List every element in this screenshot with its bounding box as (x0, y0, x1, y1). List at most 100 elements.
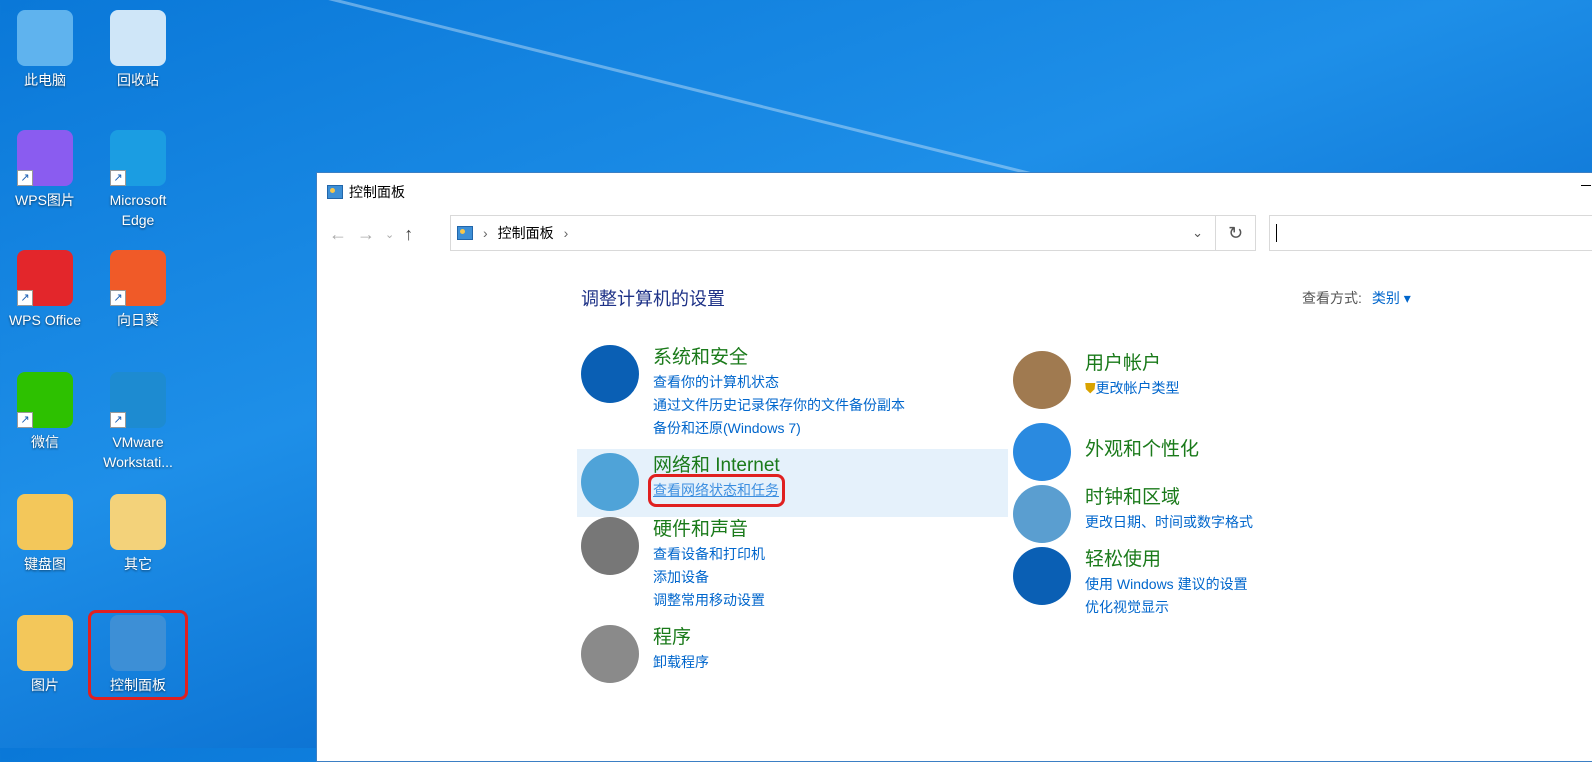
category-3: 程序 卸载程序 (581, 625, 709, 683)
desktop-icon[interactable]: ↗ 向日葵 (93, 250, 183, 330)
shortcut-arrow-icon: ↗ (17, 170, 33, 186)
breadcrumb-separator[interactable]: › (483, 225, 488, 241)
category-link[interactable]: 查看你的计算机状态 (653, 371, 905, 394)
category-icon (581, 625, 639, 683)
category-title[interactable]: 程序 (653, 625, 709, 651)
app-icon (110, 615, 166, 671)
category-5: 外观和个性化 (1013, 423, 1199, 481)
control-panel-icon (327, 185, 343, 199)
desktop-icon[interactable]: 此电脑 (0, 10, 90, 90)
desktop-icon-label: 向日葵 (117, 312, 159, 328)
category-link[interactable]: ⛊更改帐户类型 (1085, 377, 1180, 400)
desktop-icon-label: WPS图片 (15, 192, 75, 208)
desktop-icon[interactable]: 图片 (0, 615, 90, 695)
minimize-button[interactable] (1581, 185, 1591, 186)
desktop-icon[interactable]: 键盘图 (0, 494, 90, 574)
desktop-icon-label: 键盘图 (24, 556, 66, 572)
address-bar[interactable]: › 控制面板 › ⌄ (450, 215, 1216, 251)
view-by-dropdown[interactable]: 类别 ▾ (1372, 290, 1411, 306)
shortcut-arrow-icon: ↗ (17, 412, 33, 428)
category-icon (581, 453, 639, 511)
category-icon (581, 517, 639, 575)
category-title[interactable]: 系统和安全 (653, 345, 905, 371)
forward-button[interactable]: → (357, 224, 375, 245)
shortcut-arrow-icon: ↗ (110, 290, 126, 306)
app-icon: ↗ (17, 250, 73, 306)
category-link[interactable]: 卸载程序 (653, 651, 709, 674)
desktop-icon[interactable]: ↗ WPS Office (0, 250, 90, 330)
app-icon: ↗ (17, 130, 73, 186)
category-link[interactable]: 通过文件历史记录保存你的文件备份副本 (653, 394, 905, 417)
control-panel-icon (457, 226, 473, 240)
title-bar: 控制面板 (317, 173, 1592, 211)
desktop-icon-label: 回收站 (117, 72, 159, 88)
wallpaper-light-beam (179, 0, 1054, 181)
desktop-icon-label: 微信 (31, 434, 59, 450)
app-icon: ↗ (110, 372, 166, 428)
up-button[interactable]: ↑ (404, 224, 413, 245)
app-icon: ↗ (110, 130, 166, 186)
category-link[interactable]: 备份和还原(Windows 7) (653, 417, 905, 440)
control-panel-window: 控制面板 ← → ⌄ ↑ › 控制面板 › ⌄ ↻ 调整计算机的设置 查看方式:… (316, 172, 1592, 762)
desktop-icon[interactable]: 回收站 (93, 10, 183, 90)
desktop-icon[interactable]: ↗ 微信 (0, 372, 90, 452)
category-title[interactable]: 硬件和声音 (653, 517, 765, 543)
desktop-icon[interactable]: ↗ Microsoft Edge (93, 130, 183, 230)
desktop-icon-label: 图片 (31, 677, 59, 693)
category-link[interactable]: 使用 Windows 建议的设置 (1085, 573, 1248, 596)
shortcut-arrow-icon: ↗ (17, 290, 33, 306)
desktop-icon-label: 其它 (124, 556, 152, 572)
desktop-icon-label: VMware Workstati... (103, 434, 173, 470)
app-icon (17, 615, 73, 671)
category-icon (581, 345, 639, 403)
breadcrumb-control-panel[interactable]: 控制面板 (498, 223, 554, 243)
category-title[interactable]: 时钟和区域 (1085, 485, 1253, 511)
view-by: 查看方式: 类别 ▾ (1302, 288, 1411, 308)
window-title: 控制面板 (349, 184, 405, 200)
view-by-label: 查看方式: (1302, 290, 1362, 306)
chevron-down-icon[interactable]: ⌄ (1192, 225, 1203, 241)
search-input[interactable] (1269, 215, 1592, 251)
category-link[interactable]: 优化视觉显示 (1085, 596, 1248, 619)
app-icon (17, 10, 73, 66)
app-icon (17, 494, 73, 550)
category-0: 系统和安全 查看你的计算机状态 通过文件历史记录保存你的文件备份副本 备份和还原(Wi… (581, 345, 905, 440)
desktop-icon-label: 控制面板 (110, 677, 166, 693)
app-icon (110, 494, 166, 550)
category-6: 时钟和区域 更改日期、时间或数字格式 (1013, 485, 1253, 543)
category-link[interactable]: 查看网络状态和任务 (648, 474, 785, 507)
app-icon: ↗ (110, 250, 166, 306)
category-link[interactable]: 调整常用移动设置 (653, 589, 765, 612)
back-button[interactable]: ← (329, 224, 347, 245)
category-title[interactable]: 外观和个性化 (1085, 437, 1199, 463)
shortcut-arrow-icon: ↗ (110, 170, 126, 186)
desktop-icon-label: WPS Office (8, 312, 82, 328)
category-icon (1013, 547, 1071, 605)
category-7: 轻松使用 使用 Windows 建议的设置 优化视觉显示 (1013, 547, 1248, 619)
shortcut-arrow-icon: ↗ (110, 412, 126, 428)
desktop-icon-label: Microsoft Edge (109, 192, 167, 228)
category-link[interactable]: 更改日期、时间或数字格式 (1085, 511, 1253, 534)
category-title[interactable]: 用户帐户 (1085, 351, 1180, 377)
recent-dropdown[interactable]: ⌄ (385, 228, 394, 241)
desktop-icon[interactable]: ↗ VMware Workstati... (93, 372, 183, 472)
desktop-icon-label: 此电脑 (24, 72, 66, 88)
category-title[interactable]: 轻松使用 (1085, 547, 1248, 573)
category-title[interactable]: 网络和 Internet (653, 453, 780, 479)
desktop-icon[interactable]: ↗ WPS图片 (0, 130, 90, 210)
breadcrumb-separator[interactable]: › (564, 225, 569, 241)
category-1: 网络和 Internet 查看网络状态和任务 (581, 453, 785, 511)
refresh-button[interactable]: ↻ (1216, 215, 1256, 251)
category-icon (1013, 423, 1071, 481)
desktop-icon[interactable]: 其它 (93, 494, 183, 574)
app-icon: ↗ (17, 372, 73, 428)
category-2: 硬件和声音 查看设备和打印机 添加设备 调整常用移动设置 (581, 517, 765, 612)
category-icon (1013, 485, 1071, 543)
category-link[interactable]: 查看设备和打印机 (653, 543, 765, 566)
uac-shield-icon: ⛊ (1085, 380, 1096, 396)
app-icon (110, 10, 166, 66)
category-4: 用户帐户 ⛊更改帐户类型 (1013, 351, 1180, 409)
desktop-icon[interactable]: 控制面板 (88, 610, 188, 700)
category-link[interactable]: 添加设备 (653, 566, 765, 589)
category-icon (1013, 351, 1071, 409)
